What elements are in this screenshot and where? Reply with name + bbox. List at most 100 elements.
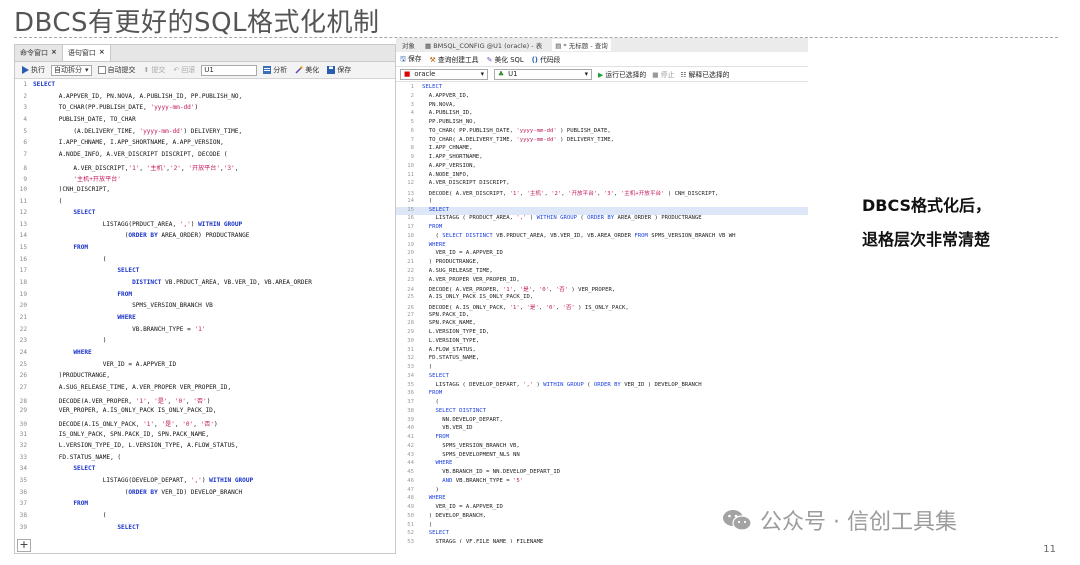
save-label: 保存 (407, 54, 422, 63)
sql-keyword: WHERE (117, 314, 136, 321)
line-number: 18 (19, 279, 27, 287)
close-icon[interactable]: × (51, 48, 57, 61)
sql-keyword: FROM (117, 290, 133, 298)
code-token: NODE_INFO (66, 150, 100, 158)
snippet-button[interactable]: () 代码段 (532, 54, 561, 64)
save-button[interactable]: 🖫 保存 (400, 53, 422, 66)
code-token: SPN (110, 430, 122, 438)
auto-commit-toggle[interactable]: 自动提交 (96, 65, 138, 75)
sql-keyword: DISTINCT (465, 232, 493, 239)
commit-button[interactable]: ⬆ 提交 (142, 65, 168, 75)
code-token: ) (664, 191, 675, 197)
code-line: 19 WHERE (396, 242, 808, 251)
line-number: 41 (407, 434, 414, 440)
code-token: IS_ONLY_PACK (462, 304, 503, 311)
code-token: , (452, 101, 456, 108)
line-number: 4 (410, 110, 414, 117)
line-number: 33 (19, 453, 27, 461)
explain-selected-label: 解释已选择的 (688, 71, 730, 79)
tab-objects[interactable]: 对象 (402, 40, 415, 50)
string-literal: '是' (161, 420, 175, 428)
code-line: 53 STRAGG ( VF.FILE_NAME ) FILENAME (396, 539, 808, 543)
add-tab-button[interactable]: + (17, 539, 31, 552)
code-line: 9 '主机+开放平台' (15, 174, 395, 186)
code-line: 13 LISTAGG(PRDUCT_AREA, ',') WITHIN GROU… (15, 221, 395, 233)
string-literal: '是' (526, 304, 539, 311)
tab-table-config[interactable]: ▦ BMSQL_CONFIG @U1 (oracle) - 表 (425, 40, 542, 50)
code-token: ( (422, 521, 433, 528)
code-token: NN (442, 416, 449, 423)
code-token: NOVA (117, 92, 133, 100)
save-button[interactable]: 保存 (325, 65, 353, 75)
code-token: IS_ONLY_PACK (584, 304, 626, 311)
split-mode-select[interactable]: 自动拆分 ▾ (51, 64, 92, 76)
execute-button[interactable]: 执行 (19, 65, 47, 75)
code-line: 37 ( (396, 399, 808, 408)
line-number: 39 (407, 416, 414, 423)
code-line: 4 PUBLISH_DATE, TO_CHAR (15, 116, 395, 128)
code-token: , (106, 372, 111, 380)
code-token: PUBLISH_DATE (58, 115, 103, 123)
string-literal: '否' (562, 304, 575, 311)
beautify-label: 美化 (305, 66, 320, 74)
code-token: APP_SHORTNAME (435, 154, 480, 160)
line-number: 20 (19, 302, 27, 310)
close-icon[interactable]: × (99, 48, 105, 61)
string-literal: '1' (194, 325, 206, 333)
schema-select[interactable]: ♣ U1 ▾ (494, 68, 592, 80)
code-token: PRODUCT_AREA (469, 215, 510, 222)
right-code-area[interactable]: 1 SELECT 2 A.APPVER_ID, 3 PN.NOVA, 4 A.PUBLI… (396, 84, 808, 543)
code-line: 31 IS_ONLY_PACK, SPN.PACK_ID, SPN.PACK_N… (15, 431, 395, 443)
rollback-button[interactable]: ↶ 回滚 (171, 65, 197, 75)
explain-selected-button[interactable]: ☷ 解释已选择的 (680, 69, 729, 79)
schema-input[interactable]: U1 (201, 64, 258, 76)
code-token: VER_ID (102, 360, 125, 368)
run-selected-label: 运行已选择的 (605, 71, 647, 79)
string-literal: 'yyyy-mm-dd' (516, 136, 557, 143)
line-number: 17 (19, 267, 27, 275)
code-token: ( (33, 255, 107, 263)
code-line: 18 ( SELECT DISTINCT VB.PRDUCT_AREA, VB.… (396, 233, 808, 242)
code-line: 4 A.PUBLISH_ID, (396, 110, 808, 119)
undo-icon: ↶ (173, 66, 180, 74)
beautify-sql-button[interactable]: ✎ 美化 SQL (487, 54, 524, 64)
tab-untitled-query[interactable]: ▤ * 无标题 - 查询 (552, 39, 611, 51)
code-line: 26 DECODE( A.IS_ONLY_PACK, '1', '是', '0'… (396, 303, 808, 312)
code-token: VF (465, 539, 473, 543)
beautify-button[interactable]: 美化 (293, 65, 321, 75)
code-line: 16 ( (15, 256, 395, 268)
line-number: 39 (19, 523, 27, 531)
code-token: , (212, 407, 217, 415)
code-token: VER_ID (435, 504, 456, 510)
left-code-area[interactable]: 1 SELECT 2 A.APPVER_ID, PN.NOVA, A.PUBLISH… (15, 81, 395, 539)
code-token: PN (428, 101, 436, 108)
code-token: ) (644, 381, 655, 388)
run-selected-button[interactable]: ▶ 运行已选择的 (598, 69, 646, 79)
auto-commit-checkbox[interactable] (97, 66, 106, 74)
tab-command-window[interactable]: 命令窗口 × (15, 45, 63, 61)
stop-button[interactable]: ■ 停止 (652, 69, 674, 79)
code-token: ( (455, 539, 466, 543)
line-number: 13 (407, 191, 414, 197)
query-builder-button[interactable]: ⚒ 查询创建工具 (430, 54, 479, 64)
code-token: APPVER_ID (472, 250, 503, 257)
tab-statement-window[interactable]: 语句窗口 × (62, 45, 111, 61)
code-token: VER_ID (435, 250, 456, 257)
connection-select[interactable]: ■ oracle ▾ (400, 68, 488, 80)
code-token: VB (442, 425, 449, 432)
code-token: SPMS_VERSION_BRANCH (132, 302, 202, 310)
analyze-button[interactable]: 分析 (261, 65, 289, 75)
code-line: 15 FROM (15, 244, 395, 256)
